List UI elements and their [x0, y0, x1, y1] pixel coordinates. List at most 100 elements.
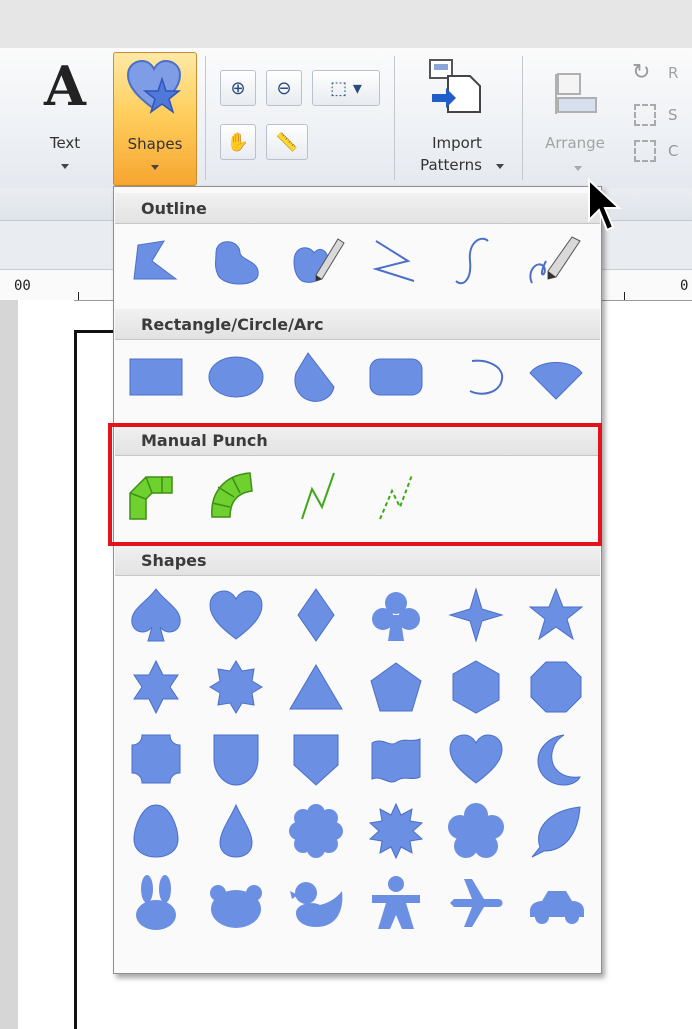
- freehand-outline-icon[interactable]: [286, 231, 346, 291]
- curve-line-icon[interactable]: [446, 231, 506, 291]
- arc-icon[interactable]: [446, 347, 506, 407]
- octagon-icon[interactable]: [526, 657, 586, 717]
- shield-round-icon[interactable]: [206, 729, 266, 789]
- chord-icon[interactable]: [526, 347, 586, 407]
- icon-row-shapes-2: [126, 657, 596, 717]
- zoom-in-icon: ⊕: [230, 77, 246, 99]
- pan-button[interactable]: ✋: [220, 124, 256, 160]
- arrange-icon: [555, 73, 597, 114]
- ruler-number: 0: [680, 278, 689, 294]
- import-patterns-button[interactable]: Import Patterns: [402, 52, 512, 184]
- text-icon: A: [44, 54, 86, 118]
- measure-button[interactable]: 📏: [266, 124, 308, 160]
- rectangle-icon[interactable]: [126, 347, 186, 407]
- icon-row-shapes-5: [126, 873, 596, 933]
- mouse-cursor-icon: [588, 177, 622, 232]
- icon-row-shapes-1: [126, 585, 596, 645]
- crescent-icon[interactable]: [526, 729, 586, 789]
- section-title: Rectangle/Circle/Arc: [141, 315, 324, 334]
- hexagon-icon[interactable]: [446, 657, 506, 717]
- shapes-button-label: Shapes: [127, 135, 183, 153]
- leaf-icon[interactable]: [526, 801, 586, 861]
- group-divider: [205, 56, 206, 180]
- ruler-tick: [624, 292, 625, 300]
- diamond-icon[interactable]: [286, 585, 346, 645]
- shield-pointed-icon[interactable]: [286, 729, 346, 789]
- airplane-icon[interactable]: [446, 873, 506, 933]
- rounded-rectangle-icon[interactable]: [366, 347, 426, 407]
- star-icon[interactable]: [526, 585, 586, 645]
- title-bar: [0, 0, 692, 49]
- starburst-icon[interactable]: [366, 801, 426, 861]
- center-icon[interactable]: [634, 140, 656, 162]
- heart-icon[interactable]: [206, 585, 266, 645]
- icon-row-outline: [126, 231, 596, 291]
- egg-icon[interactable]: [126, 801, 186, 861]
- zoom-in-button[interactable]: ⊕: [220, 70, 256, 106]
- text-button-label: Text: [49, 134, 81, 152]
- pentagon-icon[interactable]: [366, 657, 426, 717]
- text-button[interactable]: A Text: [30, 52, 100, 182]
- heart-2-icon[interactable]: [446, 729, 506, 789]
- chevron-down-icon: [496, 164, 504, 169]
- ruler-number: 00: [14, 278, 31, 294]
- zoom-fit-icon: ⬚ ▾: [330, 77, 362, 99]
- zoom-out-icon: ⊖: [276, 77, 292, 99]
- hand-icon: ✋: [226, 131, 250, 153]
- chevron-down-icon: [574, 166, 582, 171]
- zoom-out-button[interactable]: ⊖: [266, 70, 302, 106]
- section-header-shapes: Shapes: [115, 545, 600, 576]
- ruler-tick: [78, 292, 79, 300]
- polyline-icon[interactable]: [366, 231, 426, 291]
- gingerbread-man-icon[interactable]: [366, 873, 426, 933]
- size-icon[interactable]: [634, 104, 656, 126]
- shapes-icon: [126, 59, 182, 114]
- import-label-line1: Import: [432, 134, 482, 152]
- icon-row-shapes-4: [126, 801, 596, 861]
- shapes-button[interactable]: Shapes: [113, 52, 197, 186]
- import-patterns-icon: [429, 59, 481, 113]
- club-icon[interactable]: [366, 585, 426, 645]
- triangle-icon[interactable]: [286, 657, 346, 717]
- spade-icon[interactable]: [126, 585, 186, 645]
- icon-row-rect-circle-arc: [126, 347, 596, 407]
- eight-point-star-icon[interactable]: [206, 657, 266, 717]
- flower-5-icon[interactable]: [446, 801, 506, 861]
- ellipse-icon[interactable]: [206, 347, 266, 407]
- rotate-label: R: [668, 64, 679, 82]
- workspace: [18, 300, 74, 1029]
- drop-icon[interactable]: [206, 801, 266, 861]
- curve-outline-icon[interactable]: [206, 231, 266, 291]
- car-icon[interactable]: [526, 873, 586, 933]
- shapes-dropdown-menu: Outline Rectangle/Circle/Arc Manual Punc…: [113, 186, 602, 974]
- arrange-button[interactable]: Arrange: [532, 52, 622, 184]
- arrange-label: Arrange: [545, 134, 605, 152]
- highlight-box: [108, 423, 602, 546]
- flower-8-icon[interactable]: [286, 801, 346, 861]
- section-header-outline: Outline: [115, 193, 600, 224]
- center-label: C: [668, 142, 679, 160]
- bear-icon[interactable]: [206, 873, 266, 933]
- fan-shape-icon[interactable]: [286, 347, 346, 407]
- six-point-star-icon[interactable]: [126, 657, 186, 717]
- workspace-gutter: [0, 300, 18, 1029]
- icon-row-shapes-3: [126, 729, 596, 789]
- page-edge: [74, 330, 77, 1029]
- chevron-down-icon: [151, 165, 159, 170]
- polygon-outline-icon[interactable]: [126, 231, 186, 291]
- rabbit-icon[interactable]: [126, 873, 186, 933]
- banner-icon[interactable]: [366, 729, 426, 789]
- rotate-icon[interactable]: ↻: [632, 60, 650, 85]
- ruler-icon: 📏: [275, 131, 299, 153]
- chevron-down-icon: [61, 164, 69, 169]
- notched-square-icon[interactable]: [126, 729, 186, 789]
- size-label: S: [668, 106, 678, 124]
- zoom-fit-button[interactable]: ⬚ ▾: [312, 70, 380, 106]
- freehand-line-icon[interactable]: [526, 231, 586, 291]
- section-title: Shapes: [141, 551, 207, 570]
- duck-icon[interactable]: [286, 873, 346, 933]
- page-edge: [74, 330, 114, 333]
- group-divider: [394, 56, 395, 180]
- section-title: Outline: [141, 199, 207, 218]
- four-point-star-icon[interactable]: [446, 585, 506, 645]
